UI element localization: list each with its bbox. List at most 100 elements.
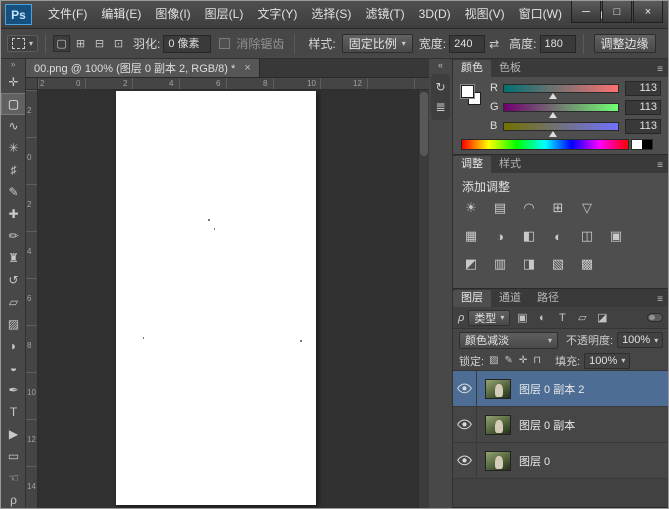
layer-row[interactable]: 图层 0	[453, 443, 669, 479]
rectangular-marquee-tool[interactable]: ▢	[1, 93, 26, 115]
fill-input[interactable]: 100% ▾	[584, 353, 630, 369]
opacity-input[interactable]: 100% ▾	[617, 332, 663, 348]
height-input[interactable]: 180	[540, 35, 576, 53]
invert-icon[interactable]: ◩	[461, 255, 481, 273]
brush-tool[interactable]: ✏	[1, 225, 26, 247]
menu-view[interactable]: 视图(V)	[458, 1, 512, 28]
layer-thumbnail[interactable]	[485, 415, 511, 435]
menu-file[interactable]: 文件(F)	[41, 1, 94, 28]
eyedropper-tool[interactable]: ✎	[1, 181, 26, 203]
maximize-button[interactable]: □	[602, 1, 632, 23]
curves-icon[interactable]: ◠	[519, 199, 539, 217]
panel-menu-icon[interactable]: ≡	[650, 294, 669, 307]
close-button[interactable]: ×	[633, 1, 663, 23]
levels-icon[interactable]: ▤	[490, 199, 510, 217]
blue-slider-thumb[interactable]	[549, 131, 557, 137]
color-spectrum-ramp[interactable]	[461, 139, 629, 150]
layer-thumbnail[interactable]	[485, 379, 511, 399]
blend-mode-select[interactable]: 颜色减淡 ▾	[459, 332, 558, 349]
lock-all-icon[interactable]: ⊓	[533, 355, 541, 366]
lock-transparent-pixels-icon[interactable]: ▨	[489, 355, 498, 366]
layer-thumbnail[interactable]	[485, 451, 511, 471]
posterize-icon[interactable]: ▥	[490, 255, 510, 273]
threshold-icon[interactable]: ◨	[519, 255, 539, 273]
menu-window[interactable]: 窗口(W)	[512, 1, 569, 28]
hue-saturation-icon[interactable]: ▦	[461, 227, 481, 245]
history-panel-icon[interactable]: ↻	[432, 78, 450, 96]
menu-image[interactable]: 图像(I)	[148, 1, 197, 28]
type-tool[interactable]: T	[1, 401, 26, 423]
antialias-checkbox[interactable]	[219, 38, 230, 49]
green-value-input[interactable]: 113	[625, 100, 661, 115]
width-input[interactable]: 240	[449, 35, 485, 53]
tool-preset-picker[interactable]: ▾	[7, 35, 38, 52]
filter-kind-select[interactable]: 类型 ▾	[468, 310, 510, 326]
panel-menu-icon[interactable]: ≡	[650, 160, 669, 173]
filter-shape-layers-icon[interactable]: ▱	[574, 311, 590, 324]
magic-wand-tool[interactable]: ✳	[1, 137, 26, 159]
menu-3d[interactable]: 3D(D)	[412, 1, 458, 28]
properties-panel-icon[interactable]: ≣	[432, 98, 450, 116]
visibility-eye-icon[interactable]	[453, 443, 477, 478]
subtract-selection-icon[interactable]: ⊟	[91, 35, 108, 52]
blue-value-input[interactable]: 113	[625, 119, 661, 134]
red-slider-thumb[interactable]	[549, 93, 557, 99]
left-ruler[interactable]: 2 0 2 4 6 8 10 12 14	[26, 90, 38, 508]
red-slider-track[interactable]	[503, 84, 619, 93]
menu-edit[interactable]: 编辑(E)	[94, 1, 148, 28]
tab-layers[interactable]: 图层	[453, 290, 491, 307]
hand-tool[interactable]: ☜	[1, 467, 26, 489]
filter-smart-objects-icon[interactable]: ◪	[594, 311, 610, 324]
path-selection-tool[interactable]: ▶	[1, 423, 26, 445]
eraser-tool[interactable]: ▱	[1, 291, 26, 313]
tab-paths[interactable]: 路径	[529, 290, 567, 307]
toolbar-collapse-icon[interactable]: »	[1, 59, 25, 71]
menu-select[interactable]: 选择(S)	[304, 1, 358, 28]
minimize-button[interactable]: ─	[571, 1, 601, 23]
exposure-icon[interactable]: ⊞	[548, 199, 568, 217]
channel-mixer-icon[interactable]: ◫	[577, 227, 597, 245]
zoom-tool[interactable]: ρ	[1, 489, 26, 508]
gradient-tool[interactable]: ▨	[1, 313, 26, 335]
document-tab[interactable]: 00.png @ 100% (图层 0 副本 2, RGB/8) * ×	[26, 59, 260, 77]
tab-adjustments[interactable]: 调整	[453, 156, 491, 173]
color-lookup-icon[interactable]: ▣	[606, 227, 626, 245]
visibility-eye-icon[interactable]	[453, 371, 477, 406]
menu-type[interactable]: 文字(Y)	[250, 1, 304, 28]
move-tool[interactable]: ✛	[1, 71, 26, 93]
pen-tool[interactable]: ✒	[1, 379, 26, 401]
menu-filter[interactable]: 滤镜(T)	[358, 1, 411, 28]
history-brush-tool[interactable]: ↺	[1, 269, 26, 291]
tab-close-icon[interactable]: ×	[244, 62, 250, 74]
canvas-viewport[interactable]	[38, 90, 429, 508]
gradient-map-icon[interactable]: ▧	[548, 255, 568, 273]
brightness-contrast-icon[interactable]: ☀	[461, 199, 481, 217]
lasso-tool[interactable]: ∿	[1, 115, 26, 137]
menu-layer[interactable]: 图层(L)	[198, 1, 251, 28]
dock-expand-icon[interactable]: «	[429, 59, 452, 72]
tab-swatches[interactable]: 色板	[491, 60, 529, 77]
layer-row[interactable]: 图层 0 副本 2	[453, 371, 669, 407]
green-slider-thumb[interactable]	[549, 112, 557, 118]
panel-menu-icon[interactable]: ≡	[650, 64, 669, 77]
filter-toggle-switch[interactable]	[647, 313, 663, 322]
filter-pixel-layers-icon[interactable]: ▣	[514, 311, 530, 324]
vibrance-icon[interactable]: ▽	[577, 199, 597, 217]
green-slider-track[interactable]	[503, 103, 619, 112]
tab-color[interactable]: 颜色	[453, 60, 491, 77]
tab-channels[interactable]: 通道	[491, 290, 529, 307]
intersect-selection-icon[interactable]: ⊡	[110, 35, 127, 52]
filter-adjustment-layers-icon[interactable]: ◐	[534, 312, 550, 324]
dodge-tool[interactable]: ◒	[1, 357, 26, 379]
rectangle-tool[interactable]: ▭	[1, 445, 26, 467]
scrollbar-thumb[interactable]	[420, 92, 428, 156]
layer-row[interactable]: 图层 0 副本	[453, 407, 669, 443]
filter-type-layers-icon[interactable]: T	[554, 312, 570, 324]
top-ruler[interactable]: 2 0 2 4 6 8 10 12	[38, 78, 429, 90]
feather-input[interactable]: 0 像素	[163, 35, 211, 53]
new-selection-icon[interactable]: ▢	[53, 35, 70, 52]
red-value-input[interactable]: 113	[625, 81, 661, 96]
selective-color-icon[interactable]: ▩	[577, 255, 597, 273]
tab-styles[interactable]: 样式	[491, 156, 529, 173]
add-selection-icon[interactable]: ⊞	[72, 35, 89, 52]
